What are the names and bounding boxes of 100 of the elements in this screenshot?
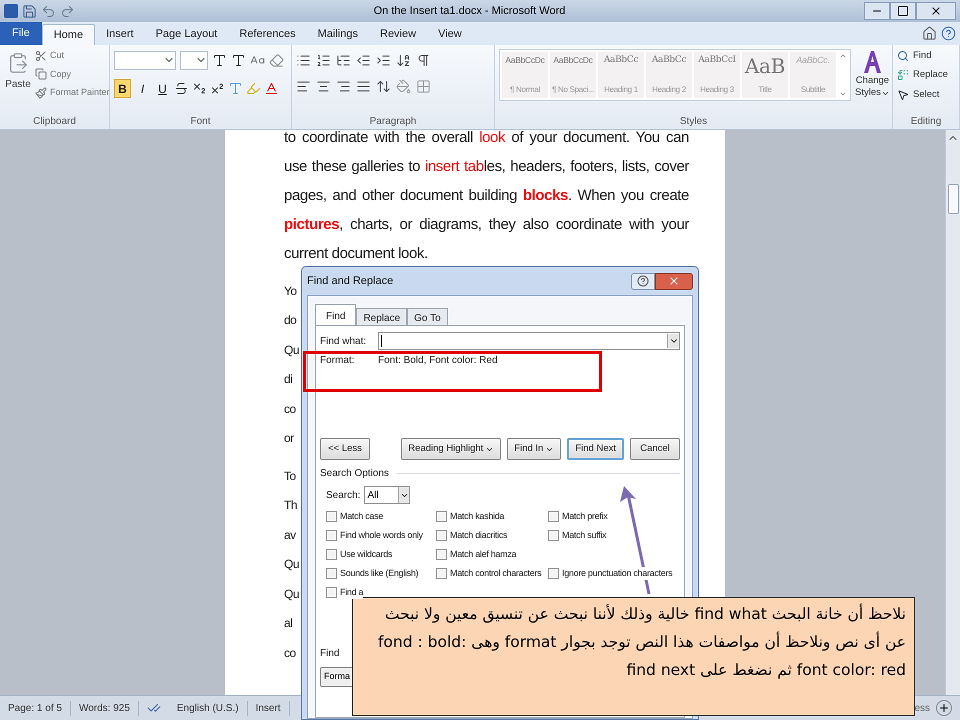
scroll-down-icon[interactable] <box>839 90 847 98</box>
ribbon-tab[interactable]: View <box>427 24 473 45</box>
save-icon[interactable] <box>22 4 37 18</box>
letter-a-icon <box>861 49 884 75</box>
cut-button[interactable]: Cut <box>35 49 64 62</box>
font-name-field[interactable] <box>114 50 176 70</box>
checkbox[interactable] <box>548 530 559 541</box>
style-item[interactable]: AaBbCc Heading 2 <box>646 52 692 98</box>
search-select[interactable]: All <box>364 486 410 504</box>
dialog-button[interactable]: Cancel <box>630 438 680 460</box>
close-button[interactable] <box>916 2 956 20</box>
copy-button[interactable]: Copy <box>35 68 72 81</box>
proofing-icon[interactable] <box>146 701 161 715</box>
format-painter-button[interactable]: Format Painter <box>35 86 110 100</box>
align-right-icon[interactable] <box>336 79 351 94</box>
callout-text: نلاحظ أن خانة البحث find what خالية وذلك لأننا نبحث عن تنسيق معين ولا نبحث عن أى نص ونلاحظ أن مواصفات هذا النص توجد بجوار format وهى fond : bold: font color: red ثم نضغط على find next <box>376 602 906 681</box>
undo-icon[interactable] <box>41 4 56 18</box>
shrink-font-icon[interactable] <box>231 52 246 68</box>
justify-icon[interactable] <box>356 79 371 94</box>
format-value: Font: Bold, Font color: Red <box>378 354 498 368</box>
maximize-icon <box>897 5 909 17</box>
menu-button[interactable]: Find In <box>507 438 562 460</box>
paint-bucket-icon[interactable] <box>396 79 411 94</box>
zoom-in-button[interactable] <box>936 700 952 716</box>
style-item[interactable]: AaB Title <box>742 52 788 98</box>
search-icon <box>897 50 909 62</box>
increase-indent-icon[interactable] <box>376 52 391 68</box>
checkbox[interactable] <box>326 511 337 522</box>
dialog-tab[interactable]: Find <box>315 304 356 326</box>
decrease-indent-icon[interactable] <box>356 52 371 68</box>
home-icon[interactable] <box>922 26 937 41</box>
close-button[interactable] <box>655 272 693 290</box>
checkbox[interactable] <box>326 587 337 598</box>
group-label: Editing <box>910 115 942 129</box>
borders-icon[interactable] <box>416 79 431 94</box>
checkbox[interactable] <box>548 511 559 522</box>
ribbon-tab[interactable]: Page Layout <box>144 24 228 45</box>
eraser-icon[interactable] <box>269 52 284 68</box>
checkbox[interactable] <box>436 530 447 541</box>
bullets-icon[interactable] <box>296 52 311 68</box>
format-button[interactable]: I <box>134 79 151 98</box>
ribbon-tab[interactable]: Insert <box>95 24 145 45</box>
dialog-tab[interactable]: Go To <box>407 308 448 326</box>
menu-button[interactable]: Reading Highlight <box>401 438 502 460</box>
replace-button[interactable]: Replace <box>897 68 948 82</box>
multilevel-list-icon[interactable] <box>336 52 351 68</box>
checkbox[interactable] <box>436 549 447 560</box>
insert-mode: Insert <box>248 700 290 716</box>
scroll-up-icon[interactable] <box>839 52 847 60</box>
field-label: Search: <box>326 488 360 502</box>
subscript-icon[interactable] <box>192 81 207 96</box>
style-item[interactable]: AaBbCcDc ¶ Normal <box>502 52 548 98</box>
text-fragment: al <box>284 615 292 632</box>
paste-button[interactable]: Paste <box>4 49 32 100</box>
checkbox[interactable] <box>436 511 447 522</box>
ribbon-tab[interactable]: Review <box>369 24 428 45</box>
scissors-icon <box>35 50 47 62</box>
checkbox[interactable] <box>326 568 337 579</box>
find-what-field[interactable] <box>378 332 680 350</box>
change-styles-button[interactable]: Change Styles <box>855 49 890 99</box>
checkbox[interactable] <box>436 568 447 579</box>
dialog-tab[interactable]: Replace <box>356 308 408 326</box>
redo-icon[interactable] <box>60 4 75 18</box>
format-button[interactable]: B <box>114 79 131 98</box>
section-label: Find <box>320 647 340 661</box>
option-label: Sounds like (English) <box>340 566 418 580</box>
style-item[interactable]: AaBbCcI Heading 3 <box>694 52 740 98</box>
scrollbar-thumb[interactable] <box>948 184 958 214</box>
help-icon <box>637 275 649 287</box>
pilcrow-icon[interactable] <box>416 52 431 68</box>
format-button[interactable]: Forma <box>320 667 354 687</box>
format-button[interactable]: U <box>154 79 171 98</box>
grow-font-icon[interactable] <box>212 52 227 68</box>
checkbox[interactable] <box>326 530 337 541</box>
strikethrough-icon[interactable] <box>174 81 189 96</box>
style-item[interactable]: AaBbCc Heading 1 <box>598 52 644 98</box>
dialog-button[interactable]: << Less <box>320 438 370 460</box>
ribbon-tab[interactable]: Home <box>42 24 96 45</box>
align-center-icon[interactable] <box>316 79 331 94</box>
find-button[interactable]: Find <box>897 49 932 64</box>
sort-icon[interactable] <box>396 52 411 68</box>
numbering-icon[interactable] <box>316 52 331 68</box>
ribbon-tab[interactable]: References <box>228 24 307 45</box>
help-button[interactable] <box>631 272 655 290</box>
select-button[interactable]: Select <box>897 88 940 102</box>
section-label: Search Options <box>320 467 389 481</box>
font-size-field[interactable] <box>180 50 208 70</box>
font-color-icon[interactable] <box>264 81 279 96</box>
vertical-scrollbar[interactable] <box>945 130 960 695</box>
ribbon-tab[interactable]: Mailings <box>306 24 369 45</box>
line-spacing-icon[interactable] <box>376 79 391 94</box>
file-tab[interactable]: File <box>0 22 42 45</box>
help-icon[interactable] <box>941 26 956 41</box>
dialog-button[interactable]: Find Next <box>567 438 624 460</box>
checkbox[interactable] <box>548 568 559 579</box>
superscript-icon[interactable] <box>210 81 225 96</box>
align-left-icon[interactable] <box>296 79 311 94</box>
maximize-button[interactable] <box>890 2 916 20</box>
style-item[interactable]: AaBbCcDc ¶ No Spaci... <box>550 52 596 98</box>
checkbox[interactable] <box>326 549 337 560</box>
